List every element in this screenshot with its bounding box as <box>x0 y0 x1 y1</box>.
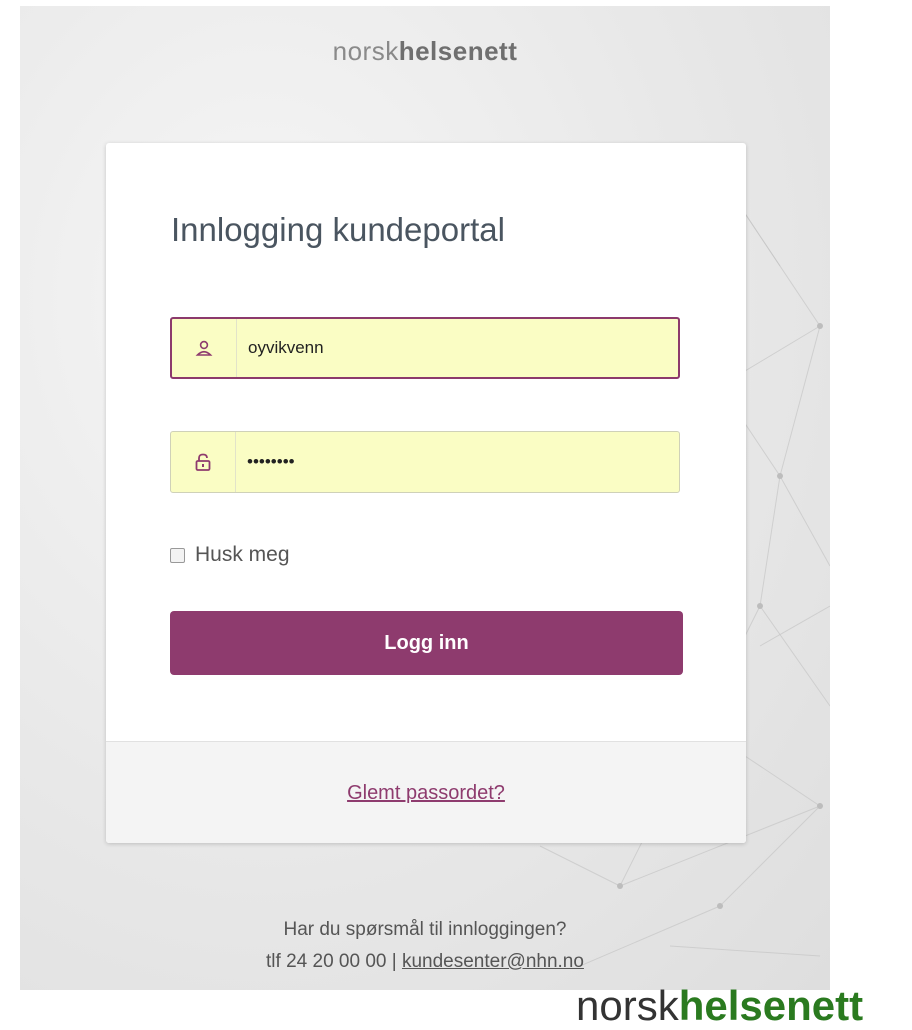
footer-logo-bold: helsenett <box>678 985 864 1029</box>
card-footer: Glemt passordet? <box>106 741 746 843</box>
username-field[interactable] <box>170 317 680 379</box>
password-field[interactable] <box>170 431 680 493</box>
remember-checkbox[interactable] <box>170 547 185 563</box>
password-input[interactable] <box>247 432 667 492</box>
support-email-link[interactable]: kundesenter@nhn.no <box>402 951 584 972</box>
page-title: Innlogging kundeportal <box>171 211 505 248</box>
help-phone: tlf 24 20 00 00 | <box>266 951 402 972</box>
login-button[interactable]: Logg inn <box>170 611 683 675</box>
footer-logo-light: norsk <box>576 985 679 1029</box>
forgot-password-link[interactable]: Glemt passordet? <box>347 782 505 805</box>
lock-icon <box>171 432 236 492</box>
login-page-background: norskhelsenett Innlogging kundeportal oy… <box>20 6 830 990</box>
username-input[interactable] <box>248 319 668 377</box>
login-card: Innlogging kundeportal Hus <box>106 143 746 843</box>
remember-me[interactable]: Husk meg <box>170 543 290 567</box>
brand-logo-light: norsk <box>332 36 399 66</box>
help-question: Har du spørsmål til innloggingen? <box>283 919 567 940</box>
help-text: Har du spørsmål til innloggingen? tlf 24… <box>20 914 830 978</box>
brand-logo-bold: helsenett <box>398 36 518 66</box>
brand-logo: norskhelsenett <box>20 36 830 67</box>
user-icon <box>172 319 237 377</box>
help-contact: tlf 24 20 00 00 | kundesenter@nhn.no <box>20 946 830 978</box>
remember-label: Husk meg <box>195 543 290 566</box>
footer-logo: norskhelsenett <box>576 985 912 1030</box>
